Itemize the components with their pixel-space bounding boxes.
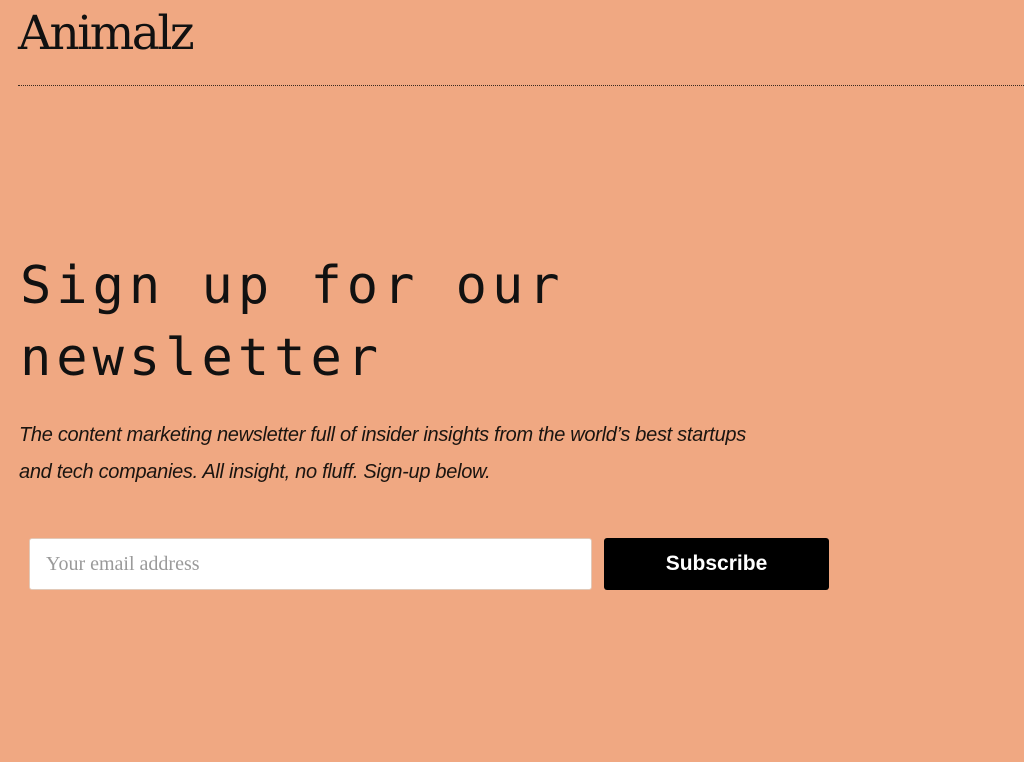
animalz-logo[interactable]: Animalz [18, 6, 195, 62]
header-divider [18, 85, 1024, 86]
newsletter-description-line-1: The content marketing newsletter full of… [19, 424, 746, 446]
newsletter-signup-form: Subscribe [29, 537, 829, 591]
site-header: Animalz [0, 0, 1024, 86]
email-field[interactable] [29, 538, 592, 590]
newsletter-description: The content marketing newsletter full of… [19, 417, 899, 491]
page-title: Sign up for our newsletter [20, 250, 720, 394]
subscribe-button[interactable]: Subscribe [604, 538, 829, 590]
page-title-line-1: Sign up for our [20, 256, 565, 316]
page-title-line-2: newsletter [20, 328, 384, 388]
newsletter-description-line-2: and tech companies. All insight, no fluf… [19, 461, 491, 483]
